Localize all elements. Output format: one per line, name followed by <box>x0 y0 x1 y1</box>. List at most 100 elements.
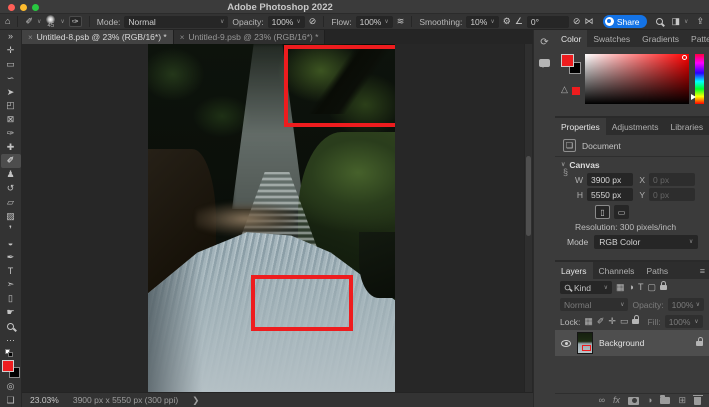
quick-mask-icon[interactable]: ◎ <box>1 380 21 394</box>
tab-swatches[interactable]: Swatches <box>587 30 636 47</box>
filter-type-layers-icon[interactable]: T <box>638 283 644 292</box>
default-colors-icon[interactable] <box>5 349 16 358</box>
screen-mode-icon[interactable]: ❑ <box>1 393 21 407</box>
tool-move[interactable]: ✛ <box>1 44 21 58</box>
tab-gradients[interactable]: Gradients <box>636 30 685 47</box>
tool-marquee[interactable]: ▭ <box>1 58 21 72</box>
filter-adjustment-layers-icon[interactable]: ◑ <box>629 283 634 292</box>
foreground-color-swatch[interactable] <box>561 54 574 67</box>
layer-filter-select[interactable]: Kind ∨ <box>560 281 612 294</box>
tool-eyedropper[interactable]: ✑ <box>1 126 21 140</box>
tab-patterns[interactable]: Patterns <box>685 30 709 47</box>
pressure-size-icon[interactable]: ⊘ <box>573 17 581 26</box>
tool-lasso[interactable]: ∽ <box>1 71 21 85</box>
filter-smart-objects-icon[interactable] <box>660 285 667 290</box>
layer-name[interactable]: Background <box>599 338 644 348</box>
layer-effects-icon[interactable]: fx <box>613 396 620 405</box>
blend-mode-select[interactable]: Normal ∨ <box>124 16 228 28</box>
tool-clone-stamp[interactable]: ♟ <box>1 168 21 182</box>
workspace-layout-icon[interactable]: ◨ <box>672 17 681 26</box>
chevron-down-icon[interactable]: ∨ <box>684 19 688 25</box>
lock-all-icon[interactable] <box>632 319 639 324</box>
gamut-warning-swatch[interactable] <box>572 87 580 95</box>
document-canvas[interactable] <box>148 44 395 392</box>
smoothing-select[interactable]: 10% ∨ <box>466 16 498 28</box>
delete-layer-icon[interactable] <box>694 397 701 405</box>
new-group-icon[interactable] <box>660 397 670 404</box>
zoom-window-button[interactable] <box>32 4 39 11</box>
lock-pixels-icon[interactable]: ✐ <box>597 317 605 326</box>
tool-expand[interactable]: » <box>1 30 21 44</box>
color-field-marker[interactable] <box>682 55 687 60</box>
new-layer-icon[interactable]: ⊞ <box>678 396 686 405</box>
comments-panel-icon[interactable] <box>539 59 550 67</box>
tab-layers[interactable]: Layers <box>555 262 593 279</box>
hue-slider-marker[interactable] <box>691 94 699 100</box>
tool-edit-toolbar[interactable]: ⋯ <box>1 333 21 347</box>
airbrush-icon[interactable]: ≋ <box>397 17 405 26</box>
tool-path-select[interactable]: ➣ <box>1 278 21 292</box>
link-dimensions-icon[interactable]: § <box>563 167 568 177</box>
portrait-orientation-button[interactable]: ▯ <box>595 205 610 219</box>
tab-channels[interactable]: Channels <box>593 262 641 279</box>
minimize-window-button[interactable] <box>20 4 27 11</box>
opacity-select[interactable]: 100% ∨ <box>268 16 305 28</box>
chevron-down-icon[interactable]: ∨ <box>60 19 64 25</box>
landscape-orientation-button[interactable]: ▭ <box>614 205 629 219</box>
brush-preset-icon[interactable]: ✐ <box>25 17 33 26</box>
color-swatch-pair[interactable] <box>561 54 581 74</box>
tool-brush[interactable]: ✐ <box>1 154 21 168</box>
vertical-scrollbar[interactable] <box>524 44 532 392</box>
document-tab-2[interactable]: × Untitled-9.psb @ 23% (RGB/16*) * <box>174 30 326 44</box>
symmetry-icon[interactable]: ⋈ <box>584 17 593 26</box>
home-icon[interactable]: ⌂ <box>5 17 10 26</box>
color-field[interactable] <box>585 54 689 104</box>
gamut-warning-icon[interactable]: △ <box>561 84 568 95</box>
tool-zoom[interactable] <box>1 319 21 333</box>
tool-hand[interactable]: ☛ <box>1 306 21 320</box>
tool-blur[interactable]: ❜ <box>1 223 21 237</box>
link-layers-icon[interactable]: ∞ <box>599 396 605 405</box>
tab-paths[interactable]: Paths <box>640 262 674 279</box>
filter-shape-layers-icon[interactable]: ▢ <box>647 283 656 292</box>
zoom-level[interactable]: 23.03% <box>30 395 59 405</box>
share-button[interactable]: Share <box>603 15 647 28</box>
foreground-background-swatches[interactable] <box>2 360 20 378</box>
pressure-opacity-icon[interactable]: ⊘ <box>309 17 317 26</box>
search-icon[interactable] <box>656 18 663 25</box>
foreground-color-swatch[interactable] <box>2 360 14 372</box>
panel-menu-icon[interactable]: ≡ <box>696 262 709 279</box>
tool-healing-brush[interactable]: ✚ <box>1 140 21 154</box>
tool-shape[interactable]: ▯ <box>1 292 21 306</box>
flow-select[interactable]: 100% ∨ <box>356 16 393 28</box>
width-input[interactable]: 3900 px <box>587 173 633 186</box>
color-mode-select[interactable]: RGB Color ∨ <box>594 235 698 249</box>
tool-gradient[interactable]: ▨ <box>1 209 21 223</box>
tool-eraser[interactable]: ▱ <box>1 195 21 209</box>
tab-color[interactable]: Color <box>555 30 587 47</box>
add-layer-mask-icon[interactable] <box>628 397 639 405</box>
tool-pen[interactable]: ✒ <box>1 251 21 265</box>
chevron-down-icon[interactable]: ∨ <box>37 19 41 25</box>
status-chevron-icon[interactable]: ❯ <box>192 395 199 406</box>
tool-crop[interactable]: ◰ <box>1 99 21 113</box>
tab-libraries[interactable]: Libraries <box>665 118 709 135</box>
document-tab-1[interactable]: × Untitled-8.psb @ 23% (RGB/16*) * <box>22 30 174 44</box>
filter-pixel-layers-icon[interactable]: ▦ <box>616 283 625 292</box>
export-icon[interactable]: ⇪ <box>696 17 704 26</box>
close-icon[interactable]: × <box>180 33 185 42</box>
brush-settings-panel-icon[interactable]: ✑ <box>69 16 82 27</box>
tab-properties[interactable]: Properties <box>555 118 606 135</box>
close-window-button[interactable] <box>8 4 15 11</box>
tool-type[interactable]: T <box>1 264 21 278</box>
tool-frame[interactable]: ⊠ <box>1 113 21 127</box>
tool-object-selection[interactable]: ➤ <box>1 85 21 99</box>
scrollbar-thumb[interactable] <box>526 156 531 236</box>
layer-lock-icon[interactable] <box>696 341 703 346</box>
lock-position-icon[interactable]: ✛ <box>608 317 616 326</box>
smoothing-gear-icon[interactable]: ⚙ <box>503 17 511 26</box>
tool-history-brush[interactable]: ↺ <box>1 182 21 196</box>
new-adjustment-layer-icon[interactable]: ◑ <box>647 396 652 405</box>
height-input[interactable]: 5550 px <box>587 188 633 201</box>
brush-angle-input[interactable]: 0° <box>527 16 569 28</box>
